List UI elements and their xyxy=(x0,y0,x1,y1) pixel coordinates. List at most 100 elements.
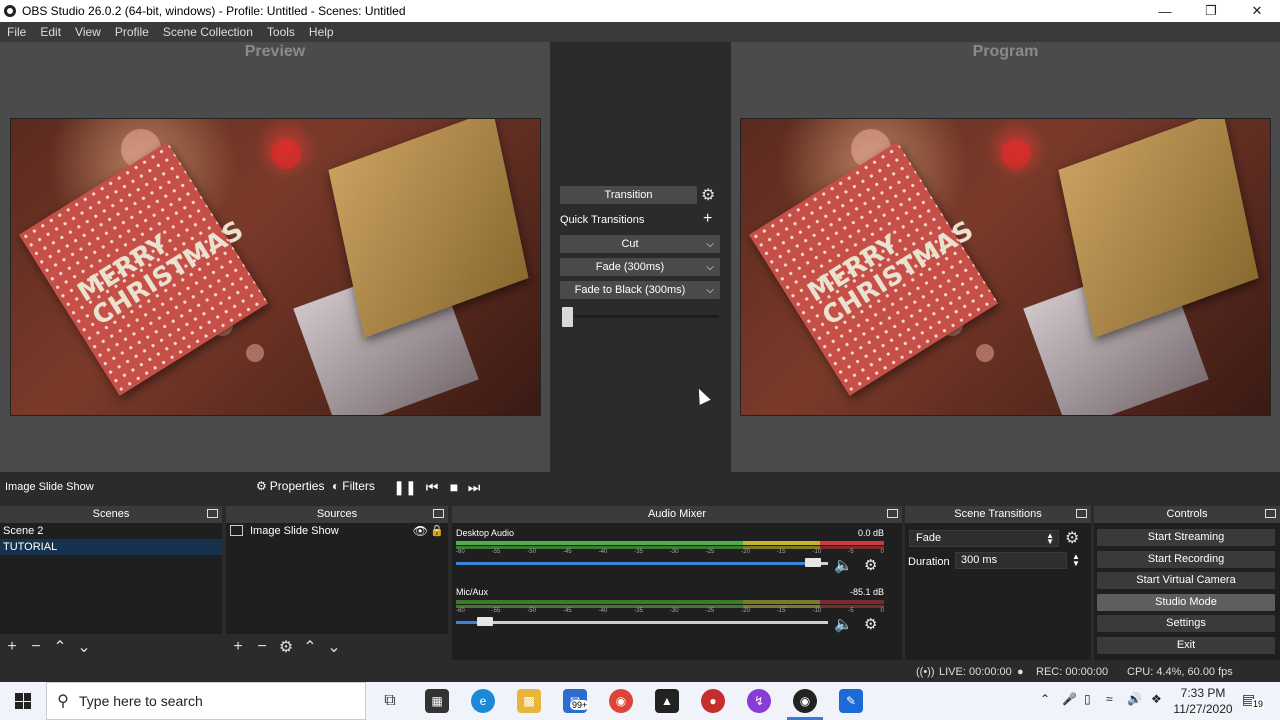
preview-label: Preview xyxy=(244,43,306,60)
settings-button[interactable]: Settings xyxy=(1097,615,1275,632)
studio-mode-button[interactable]: Studio Mode xyxy=(1097,594,1275,611)
next-icon[interactable]: ⏭ xyxy=(465,478,483,496)
visibility-eye-icon[interactable]: 👁 xyxy=(413,523,428,539)
undock-icon[interactable] xyxy=(887,509,898,518)
channel-db: 0.0 dB xyxy=(857,528,884,538)
move-down-icon[interactable]: ⌄ xyxy=(322,637,346,657)
source-properties-gear-icon[interactable]: ⚙ xyxy=(274,637,298,657)
chevron-down-icon[interactable]: ⌵ xyxy=(700,239,720,250)
menu-view[interactable]: View xyxy=(68,25,108,39)
speaker-icon[interactable]: 🔈 xyxy=(834,615,853,633)
show-hidden-icons-chevron-icon[interactable]: ⌃ xyxy=(1040,692,1050,706)
wifi-icon[interactable]: ≈ xyxy=(1106,692,1113,706)
meter-scale-tick: -45 xyxy=(562,608,572,614)
microphone-icon[interactable]: 🎤 xyxy=(1062,692,1077,706)
duration-spin-icon[interactable]: ▲ ▼ xyxy=(1072,553,1087,568)
battery-icon[interactable]: ▯ xyxy=(1084,692,1091,706)
add-quick-transition-plus-icon[interactable]: + xyxy=(703,210,712,228)
start-recording-button[interactable]: Start Recording xyxy=(1097,551,1275,568)
undock-icon[interactable] xyxy=(207,509,218,518)
dropbox-icon[interactable]: ❖ xyxy=(1151,692,1162,706)
obs-taskbar-icon[interactable]: ◉ xyxy=(793,689,817,713)
menu-edit[interactable]: Edit xyxy=(33,25,68,39)
scene-list-item-selected[interactable]: TUTORIAL xyxy=(0,539,222,555)
system-clock[interactable]: 7:33 PM 11/27/2020 xyxy=(1172,685,1234,717)
transition-button[interactable]: Transition xyxy=(560,186,697,204)
image-slideshow-icon xyxy=(230,525,243,536)
preview-canvas[interactable]: MERRY CHRISTMAS xyxy=(10,118,541,416)
start-streaming-button[interactable]: Start Streaming xyxy=(1097,529,1275,546)
taskbar-search-box[interactable]: ⚲ Type here to search xyxy=(46,682,366,720)
chrome-icon[interactable]: ◉ xyxy=(609,689,633,713)
quick-transition-fade-to-black[interactable]: Fade to Black (300ms) ⌵ xyxy=(560,281,720,299)
menu-tools[interactable]: Tools xyxy=(260,25,302,39)
transition-select[interactable]: Fade ▲ ▼ xyxy=(909,530,1059,547)
menu-file[interactable]: File xyxy=(0,25,33,39)
move-down-icon[interactable]: ⌄ xyxy=(72,637,96,657)
stop-icon[interactable]: ■ xyxy=(445,478,463,496)
sticky-app-icon[interactable]: ✎ xyxy=(839,689,863,713)
christmas-card-image: MERRY CHRISTMAS xyxy=(748,142,999,396)
menu-help[interactable]: Help xyxy=(302,25,341,39)
start-button[interactable] xyxy=(0,682,46,720)
meter-scale-tick: -50 xyxy=(527,608,536,614)
file-explorer-icon[interactable]: ▩ xyxy=(517,689,541,713)
minimize-button[interactable]: — xyxy=(1142,0,1188,22)
volume-slider-handle[interactable] xyxy=(477,617,493,626)
menu-scene-collection[interactable]: Scene Collection xyxy=(156,25,260,39)
store-icon[interactable]: ▦ xyxy=(425,689,449,713)
messenger-icon[interactable]: ↯ xyxy=(747,689,771,713)
start-virtual-camera-button[interactable]: Start Virtual Camera xyxy=(1097,572,1275,589)
channel-settings-gear-icon[interactable]: ⚙ xyxy=(864,556,877,574)
program-pane: Program MERRY CHRISTMAS xyxy=(731,42,1280,472)
close-button[interactable]: ✕ xyxy=(1234,0,1280,22)
add-source-plus-icon[interactable]: + xyxy=(226,638,250,656)
undock-icon[interactable] xyxy=(433,509,444,518)
scene-list-item[interactable]: Scene 2 xyxy=(0,523,222,539)
meter-scale-tick: -15 xyxy=(776,549,786,555)
chevron-down-icon[interactable]: ⌵ xyxy=(700,285,720,296)
screen-recorder-icon[interactable]: ● xyxy=(701,689,725,713)
source-list-item[interactable]: Image Slide Show 👁 🔒 xyxy=(226,523,448,539)
volume-slider[interactable] xyxy=(456,617,828,626)
previous-icon[interactable]: ⏮ xyxy=(423,478,441,496)
live-status: LIVE: 00:00:00 xyxy=(939,666,1012,678)
move-up-icon[interactable]: ⌃ xyxy=(298,637,322,657)
restore-button[interactable]: ❐ xyxy=(1188,0,1234,22)
volume-icon[interactable]: 🔊 xyxy=(1127,692,1142,706)
photos-icon[interactable]: ▲ xyxy=(655,689,679,713)
task-view-icon[interactable]: ⧉ xyxy=(378,689,402,713)
remove-source-minus-icon[interactable]: − xyxy=(250,638,274,656)
chevron-down-icon[interactable]: ⌵ xyxy=(700,262,720,273)
mixer-channel-desktop-audio: Desktop Audio 0.0 dB -60 -55 -50 -45 -40 -35 -… xyxy=(456,528,884,578)
move-up-icon[interactable]: ⌃ xyxy=(48,637,72,657)
duration-field[interactable]: 300 ms xyxy=(955,552,1067,569)
undock-icon[interactable] xyxy=(1076,509,1087,518)
channel-settings-gear-icon[interactable]: ⚙ xyxy=(864,615,877,633)
program-label: Program xyxy=(972,43,1039,60)
controls-dock: Controls Start Streaming Start Recording… xyxy=(1094,506,1280,660)
rec-status: REC: 00:00:00 xyxy=(1036,666,1109,678)
spin-arrows-icon[interactable]: ▲ ▼ xyxy=(1046,532,1054,546)
remove-scene-minus-icon[interactable]: − xyxy=(24,638,48,656)
tbar-handle[interactable] xyxy=(562,307,573,327)
quick-transition-fade[interactable]: Fade (300ms) ⌵ xyxy=(560,258,720,276)
speaker-icon[interactable]: 🔈 xyxy=(834,556,853,574)
exit-button[interactable]: Exit xyxy=(1097,637,1275,654)
meter-scale-tick: -55 xyxy=(491,608,501,614)
pause-icon[interactable]: ❚❚ xyxy=(393,478,416,496)
scenes-dock-header: Scenes xyxy=(0,506,222,523)
undock-icon[interactable] xyxy=(1265,509,1276,518)
volume-slider[interactable] xyxy=(456,558,828,567)
tbar-track[interactable] xyxy=(562,315,719,318)
quick-transition-cut[interactable]: Cut ⌵ xyxy=(560,235,720,253)
menu-profile[interactable]: Profile xyxy=(108,25,156,39)
transition-properties-gear-icon[interactable]: ⚙ xyxy=(1065,528,1079,548)
lock-icon[interactable]: 🔒 xyxy=(430,523,444,539)
properties-button[interactable]: ⚙ Properties xyxy=(256,479,324,493)
edge-browser-icon[interactable]: e xyxy=(471,689,495,713)
volume-slider-handle[interactable] xyxy=(805,558,821,567)
add-scene-plus-icon[interactable]: + xyxy=(0,638,24,656)
transition-settings-gear-icon[interactable]: ⚙ xyxy=(701,185,715,205)
filters-button[interactable]: ◐ Filters xyxy=(332,479,375,493)
